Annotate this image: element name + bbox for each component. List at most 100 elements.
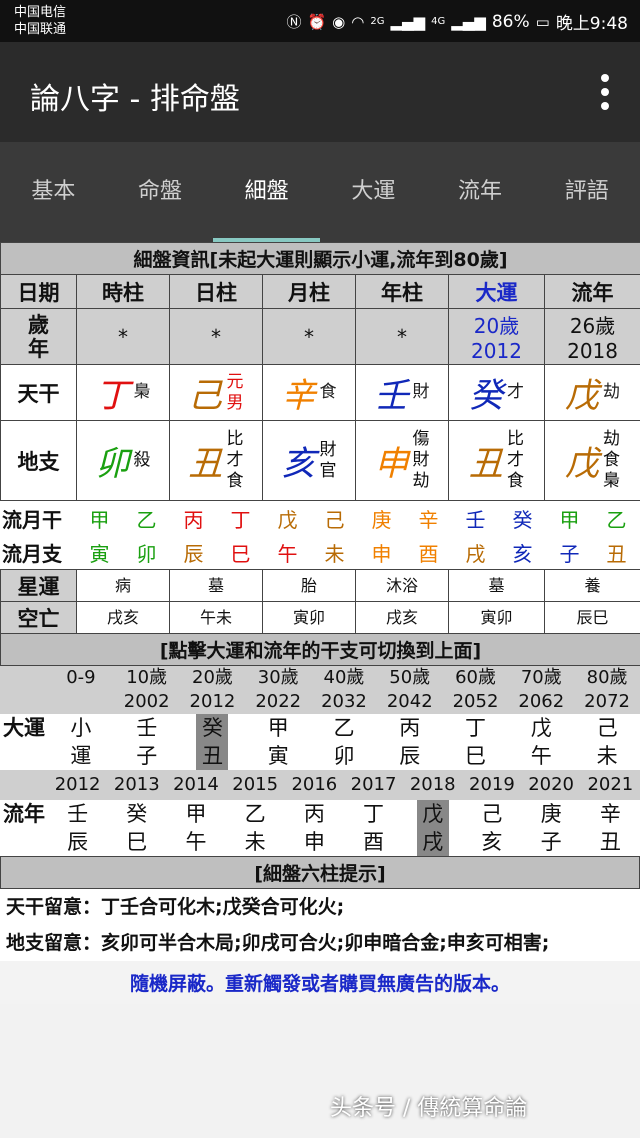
dayun-table: 0-9 10歲 20歲 30歲 40歲 50歲 60歲 70歲 80歲 2002… <box>0 666 640 770</box>
tab-basic[interactable]: 基本 <box>0 142 107 242</box>
liunian-year: 2021 <box>587 774 634 795</box>
dayun-year: 2012 <box>189 691 236 712</box>
xingyun-day: 墓 <box>169 569 263 602</box>
tiangan-liunian: 戊劫 <box>543 364 640 421</box>
switch-title: [點擊大運和流年的干支可切換到上面] <box>0 633 640 666</box>
kongwang-liunian: 辰巳 <box>544 601 640 634</box>
tiangan-tip: 天干留意：丁壬合可化木;戊癸合可化火; <box>0 889 640 925</box>
tab-bar: 基本 命盤 細盤 大運 流年 評語 <box>0 142 640 242</box>
age-liunian: 26歲 2018 <box>543 308 640 365</box>
tab-chart[interactable]: 命盤 <box>107 142 214 242</box>
dayun-pillar[interactable]: 戊午 <box>508 714 574 770</box>
nfc-icon: Ⓝ <box>286 13 302 31</box>
detail-table: 細盤資訊[未起大運則顯示小運,流年到80歲] 日期 時柱 日柱 月柱 年柱 大運… <box>0 242 640 501</box>
liunian-label: 流年 <box>3 802 45 826</box>
clock: 晚上9:48 <box>555 14 628 34</box>
age-hour: * <box>76 308 170 365</box>
dayun-pillar[interactable]: 丙辰 <box>377 714 443 770</box>
dayun-pillar[interactable]: 甲寅 <box>245 714 311 770</box>
signal-bars-icon: ▂▄▆ <box>451 12 486 31</box>
kongwang-month: 寅卯 <box>262 601 356 634</box>
month-gan-row: 流月干 甲 乙 丙 丁 戊 己 庚 辛 壬 癸 甲 乙 <box>2 507 627 532</box>
age-day: * <box>169 308 263 365</box>
liunian-year: 2019 <box>469 774 515 795</box>
dayun-pillar[interactable]: 丁巳 <box>443 714 509 770</box>
tiangan-month: 辛食 <box>262 364 356 421</box>
tiangan-year: 壬財 <box>355 364 449 421</box>
dayun-pillar[interactable]: 己未 <box>574 714 640 770</box>
battery-percent: 86% <box>491 11 530 32</box>
xingyun-dayun: 墓 <box>448 569 545 602</box>
carrier-2: 中国联通 <box>14 22 67 37</box>
dayun-year: 2042 <box>386 691 433 712</box>
dayun-year: 2022 <box>255 691 302 712</box>
status-bar: 中国电信 中国联通 Ⓝ ⏰ ◉ ◠ 2G ▂▄▆ 4G ▂▄▆ 86% ▭ 晚上… <box>0 0 640 42</box>
liunian-table: 2012 2013 2014 2015 2016 2017 2018 2019 … <box>0 770 640 856</box>
dayun-year: 2002 <box>123 691 170 712</box>
liunian-pillar[interactable]: 庚子 <box>522 800 581 856</box>
dayun-pillar[interactable]: 乙卯 <box>311 714 377 770</box>
header-month: 月柱 <box>262 274 356 309</box>
app-title: 論八字 - 排命盤 <box>30 82 240 117</box>
xingyun-month: 胎 <box>262 569 356 602</box>
dizhi-tip: 地支留意：亥卯可半合木局;卯戌可合火;卯申暗合金;申亥可相害; <box>0 925 640 961</box>
wifi-icon: ◠ <box>351 12 365 31</box>
liunian-year: 2016 <box>291 774 338 795</box>
age-label: 歲年 <box>0 308 77 365</box>
liunian-pillar[interactable]: 甲午 <box>166 800 225 856</box>
dizhi-liunian: 戊劫食梟 <box>543 420 640 501</box>
age-year: * <box>355 308 449 365</box>
liunian-year: 2017 <box>350 774 397 795</box>
liunian-year: 2015 <box>232 774 279 795</box>
liunian-pillar[interactable]: 丙申 <box>285 800 344 856</box>
dizhi-month: 亥財官 <box>262 420 356 501</box>
dizhi-dayun: 丑比才食 <box>448 420 545 501</box>
xingyun-liunian: 養 <box>544 569 640 602</box>
kongwang-dayun: 寅卯 <box>448 601 545 634</box>
kongwang-year: 戌亥 <box>355 601 449 634</box>
liunian-pillar[interactable]: 壬辰 <box>48 800 107 856</box>
liunian-pillar[interactable]: 乙未 <box>226 800 285 856</box>
dayun-pillar[interactable]: 壬子 <box>114 714 180 770</box>
battery-icon: ▭ <box>535 12 550 31</box>
ad-notice[interactable]: 隨機屏蔽。重新觸發或者購買無廣告的版本。 <box>0 961 640 1004</box>
dayun-age: 70歲 <box>520 667 562 688</box>
dayun-year: 2032 <box>321 691 367 712</box>
signal-2g: 2G <box>370 16 385 27</box>
carrier-info: 中国电信 中国联通 <box>14 4 66 38</box>
tab-detail[interactable]: 細盤 <box>213 142 320 242</box>
eye-icon: ◉ <box>332 12 346 31</box>
kongwang-hour: 戌亥 <box>76 601 170 634</box>
dayun-pillar[interactable]: 小運 <box>48 714 114 770</box>
xingyun-hour: 病 <box>76 569 170 602</box>
dayun-year: 2052 <box>452 691 499 712</box>
tab-dayun[interactable]: 大運 <box>320 142 427 242</box>
liunian-pillar[interactable]: 癸巳 <box>107 800 166 856</box>
signal-bars-icon: ▂▄▆ <box>390 12 426 31</box>
liunian-pillar[interactable]: 己亥 <box>462 800 521 856</box>
liunian-year: 2020 <box>528 774 574 795</box>
header-year: 年柱 <box>355 274 449 309</box>
age-month: * <box>262 308 356 365</box>
dayun-age: 80歲 <box>586 667 628 688</box>
xingyun-table: 星運 病 墓 胎 沐浴 墓 養 空亡 戌亥 午未 寅卯 戌亥 寅卯 辰巳 [點擊… <box>0 569 640 666</box>
dayun-pillar-selected[interactable]: 癸丑 <box>180 714 246 770</box>
alarm-icon: ⏰ <box>307 12 327 31</box>
tab-comment[interactable]: 評語 <box>533 142 640 242</box>
age-dayun: 20歲 2012 <box>448 308 545 365</box>
dizhi-day: 丑比才食 <box>169 420 263 501</box>
tiangan-day: 己元男 <box>169 364 263 421</box>
carrier-1: 中国电信 <box>14 5 67 20</box>
dayun-age: 60歲 <box>455 667 496 688</box>
overflow-menu-icon[interactable] <box>600 74 610 110</box>
detail-title: 細盤資訊[未起大運則顯示小運,流年到80歲] <box>0 242 640 275</box>
liunian-pillar[interactable]: 辛丑 <box>581 800 640 856</box>
liunian-pillar[interactable]: 丁酉 <box>344 800 403 856</box>
tab-liunian[interactable]: 流年 <box>427 142 534 242</box>
tiangan-hour: 丁梟 <box>76 364 170 421</box>
xingyun-year: 沐浴 <box>355 569 449 602</box>
dayun-age: 0-9 <box>66 667 96 688</box>
liunian-pillar-selected[interactable]: 戊戌 <box>403 800 462 856</box>
app-bar: 論八字 - 排命盤 <box>0 42 640 142</box>
liunian-year: 2013 <box>113 774 160 795</box>
